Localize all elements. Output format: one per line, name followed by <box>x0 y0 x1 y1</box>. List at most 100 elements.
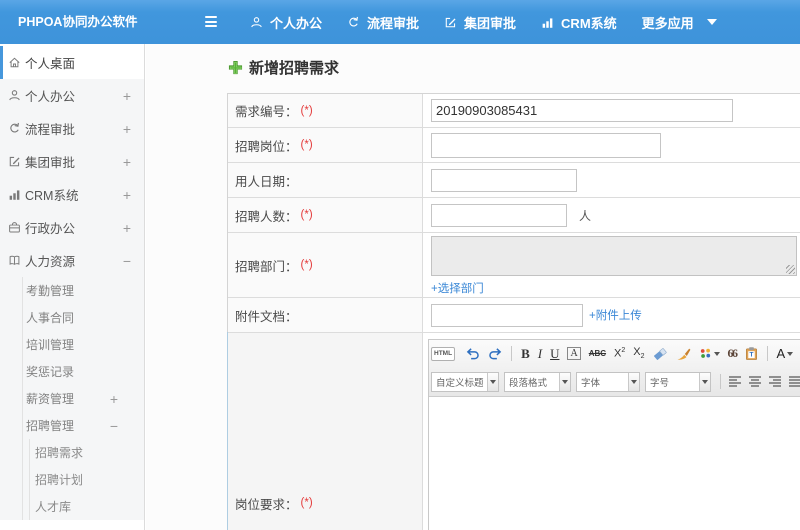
sidebar-item-label: 薪资管理 <box>26 392 75 406</box>
italic-icon[interactable]: I <box>538 346 542 362</box>
recruit-demand-form: 需求编号：(*) 招聘岗位：(*) 用人日期： 招聘人数：(*) 人 招聘部门：… <box>227 93 800 530</box>
nav-label: 个人办公 <box>270 15 323 31</box>
field-label: 岗位要求： (*) <box>228 333 423 530</box>
field-label: 招聘人数： (*) <box>228 198 423 232</box>
attachment-input[interactable] <box>431 303 583 327</box>
nav-item-3[interactable]: 集团审批 <box>444 13 516 32</box>
top-nav: 个人办公 流程审批 集团审批 CRM系统 更多应用 <box>250 0 742 44</box>
form-row-date: 用人日期： <box>228 163 800 198</box>
superscript-icon[interactable]: X2 <box>614 347 625 360</box>
label-text: 岗位要求： <box>235 497 298 512</box>
heading-style-dropdown[interactable]: 自定义标题 <box>431 371 499 392</box>
dropdown-caret[interactable] <box>699 372 710 391</box>
nav-item-1[interactable]: 个人办公 <box>250 13 322 32</box>
sidebar-item-label: 人事合同 <box>26 311 75 325</box>
nav-label: 更多应用 <box>641 15 694 31</box>
sidebar-item[interactable]: 招聘管理 − <box>0 412 144 439</box>
attachment-upload-link[interactable]: +附件上传 <box>589 307 642 323</box>
paragraph-format-dropdown[interactable]: 段落格式 <box>504 371 571 392</box>
undo-icon[interactable] <box>466 347 480 360</box>
expand-toggle[interactable]: + <box>123 121 131 137</box>
sidebar-item[interactable]: 招聘计划 <box>0 466 144 493</box>
sidebar-item-label: 招聘管理 <box>26 419 75 433</box>
process-icon <box>347 16 360 29</box>
date-input[interactable] <box>431 168 577 192</box>
label-text: 招聘人数： <box>235 209 298 224</box>
sidebar-menu: 个人桌面 个人办公 + 流程审批 + 集团审批 + CRM系统 + 行政办公 + 人力资源 − 考勤管理人… <box>0 46 144 520</box>
form-row-attachment: 附件文档： +附件上传 <box>228 298 800 333</box>
sidebar-item[interactable]: 人力资源 − <box>0 244 144 277</box>
align-center-icon[interactable] <box>748 375 762 388</box>
expand-toggle[interactable]: + <box>123 154 131 170</box>
dropdown-caret[interactable] <box>559 372 570 391</box>
font-size-dropdown[interactable]: 字号 <box>645 371 711 392</box>
unit-label: 人 <box>579 208 592 223</box>
sidebar-item-label: 培训管理 <box>26 338 75 352</box>
user-icon <box>8 89 21 102</box>
underline-icon[interactable]: U <box>550 346 559 362</box>
home-icon <box>8 56 21 69</box>
sidebar-item[interactable]: 行政办公 + <box>0 211 144 244</box>
dropdown-caret[interactable] <box>628 372 639 391</box>
field-label: 招聘部门： (*) <box>228 233 423 297</box>
sidebar-item[interactable]: 考勤管理 <box>0 277 144 304</box>
position-input[interactable] <box>431 132 661 158</box>
expand-toggle[interactable]: − <box>110 418 118 434</box>
nav-item-5[interactable]: 更多应用 <box>642 13 717 32</box>
bold-icon[interactable]: B <box>521 346 530 362</box>
expand-toggle[interactable]: + <box>123 187 131 203</box>
font-border-icon[interactable]: A <box>567 347 581 360</box>
briefcase-icon <box>8 221 21 234</box>
font-family-dropdown[interactable]: 字体 <box>576 371 640 392</box>
svg-text:T: T <box>749 352 753 359</box>
form-row-count: 招聘人数： (*) 人 <box>228 198 800 233</box>
color-palette-icon[interactable] <box>699 347 720 360</box>
align-justify-icon[interactable] <box>788 375 800 388</box>
sidebar-item[interactable]: CRM系统 + <box>0 178 144 211</box>
field-cell <box>423 128 800 162</box>
sidebar-item-label: 考勤管理 <box>26 284 75 298</box>
expand-toggle[interactable]: + <box>110 391 118 407</box>
align-left-icon[interactable] <box>728 375 742 388</box>
sidebar-item[interactable]: 培训管理 <box>0 331 144 358</box>
eraser-icon[interactable] <box>653 347 668 360</box>
dropdown-caret[interactable] <box>487 372 498 391</box>
sidebar-item[interactable]: 人才库 <box>0 493 144 520</box>
sidebar-item[interactable]: 个人桌面 <box>0 46 144 79</box>
font-color-icon[interactable]: A <box>777 346 794 361</box>
nav-item-2[interactable]: 流程审批 <box>347 13 419 32</box>
page-title-text: 新增招聘需求 <box>249 60 340 77</box>
align-right-icon[interactable] <box>768 375 782 388</box>
select-department-link[interactable]: +选择部门 <box>431 280 484 296</box>
paste-icon[interactable]: T <box>745 346 758 361</box>
dropdown-value: 自定义标题 <box>436 377 484 389</box>
sidebar-item[interactable]: 薪资管理 + <box>0 385 144 412</box>
sidebar-item[interactable]: 流程审批 + <box>0 112 144 145</box>
field-cell: +选择部门 <box>423 233 800 297</box>
sidebar-item-label: 集团审批 <box>25 156 76 170</box>
count-input[interactable] <box>431 203 567 227</box>
redo-icon[interactable] <box>488 347 502 360</box>
format-brush-icon[interactable] <box>676 347 691 361</box>
demand-no-input[interactable] <box>431 99 733 122</box>
label-text: 招聘岗位： <box>235 139 298 154</box>
subscript-icon[interactable]: X2 <box>633 346 644 360</box>
label-text: 需求编号： <box>235 105 298 119</box>
required-mark: (*) <box>300 139 313 151</box>
sidebar-item[interactable]: 集团审批 + <box>0 145 144 178</box>
menu-toggle-icon[interactable] <box>205 16 217 30</box>
nav-label: 集团审批 <box>464 15 517 31</box>
editor-content[interactable] <box>429 397 800 530</box>
expand-toggle[interactable]: − <box>123 253 131 269</box>
blockquote-icon[interactable]: 66 <box>728 346 739 361</box>
sidebar-item[interactable]: 个人办公 + <box>0 79 144 112</box>
html-source-button[interactable]: HTML <box>431 346 456 361</box>
sidebar-item[interactable]: 招聘需求 <box>0 439 144 466</box>
nav-item-4[interactable]: CRM系统 <box>541 13 617 32</box>
expand-toggle[interactable]: + <box>123 88 131 104</box>
sidebar-item[interactable]: 奖惩记录 <box>0 358 144 385</box>
sidebar-item[interactable]: 人事合同 <box>0 304 144 331</box>
strikethrough-icon[interactable]: ABC <box>589 349 606 358</box>
department-textarea[interactable] <box>431 236 797 276</box>
expand-toggle[interactable]: + <box>123 220 131 236</box>
